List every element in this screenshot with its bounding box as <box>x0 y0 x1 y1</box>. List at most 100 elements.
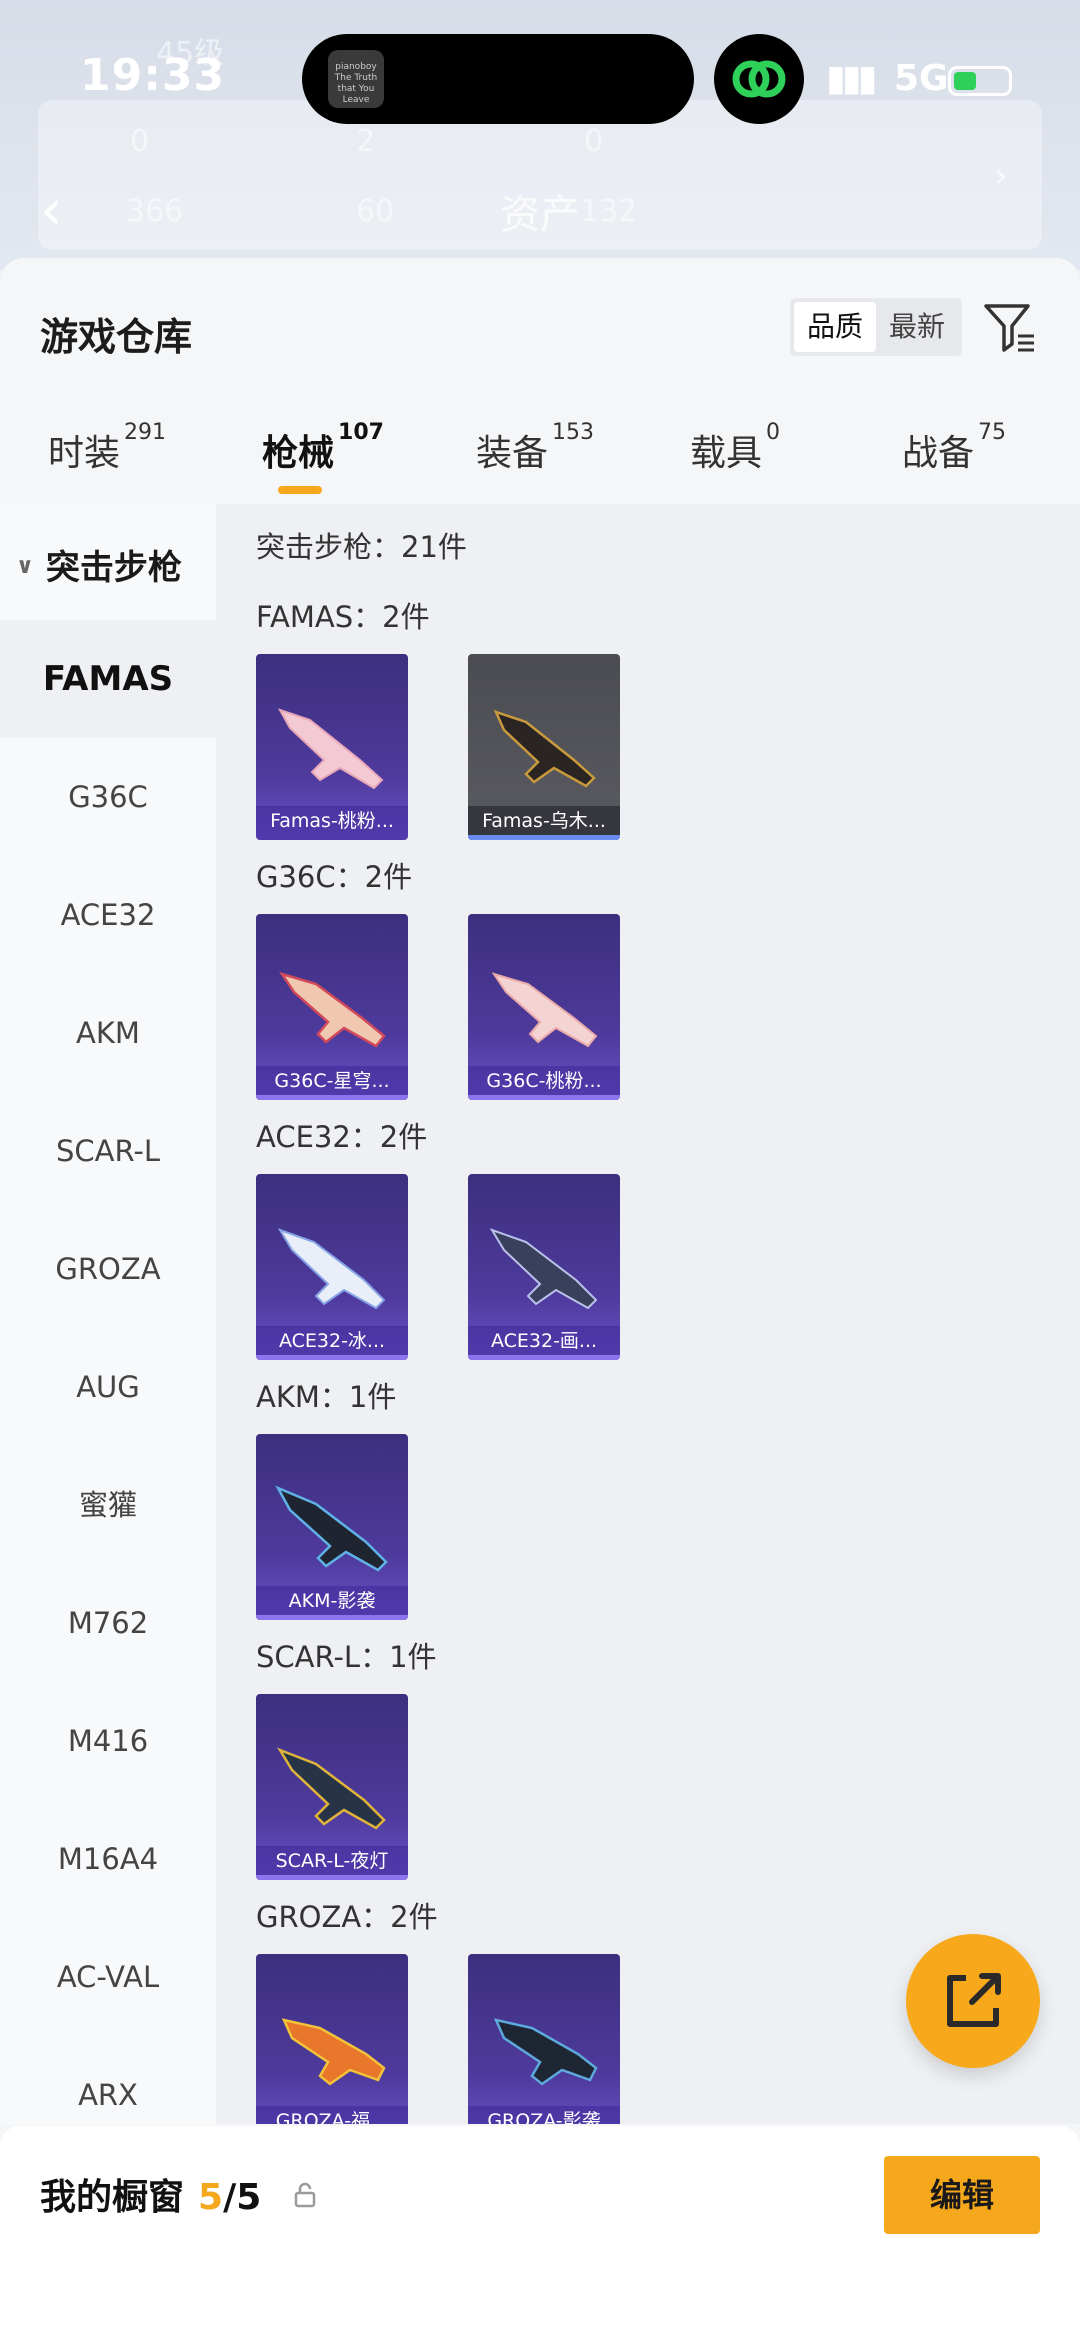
sidebar-item-m16a4[interactable]: M16A4 <box>0 1800 216 1918</box>
tab-count: 153 <box>552 420 595 445</box>
tab-count: 291 <box>124 420 167 445</box>
rifle-icon <box>277 708 384 790</box>
rifle-icon <box>277 1747 386 1830</box>
share-external-icon <box>947 1973 1001 2027</box>
tab-supplies[interactable]: 战备75 <box>902 420 1006 476</box>
lock-icon <box>294 2182 316 2208</box>
tab-label: 战备 <box>902 433 975 474</box>
weapon-name: Famas-乌木... <box>468 806 620 840</box>
sidebar-item-groza[interactable]: GROZA <box>0 1210 216 1328</box>
weapon-tile[interactable]: ACE32-冰... <box>256 1174 408 1360</box>
tab-fashion[interactable]: 时装291 <box>48 420 166 476</box>
stat-ghost-4: 366 <box>126 194 184 229</box>
showcase-title-row: 我的橱窗 5/5 <box>40 2168 261 2220</box>
stat-ghost-3: 0 <box>584 124 604 159</box>
stat-ghost-1: 0 <box>130 124 150 159</box>
assets-label: 资产 <box>500 192 580 238</box>
rifle-icon <box>489 1228 598 1310</box>
warehouse-sheet: 游戏仓库 品质 最新 时装291 枪械107 装备153 载具0 战备75 ∨ 突… <box>0 258 1080 2347</box>
tab-label: 时装 <box>48 433 121 474</box>
sidebar-item-akm[interactable]: AKM <box>0 974 216 1092</box>
category-label: 突击步枪 <box>45 548 182 588</box>
share-fab-button[interactable] <box>906 1934 1040 2068</box>
tab-count: 0 <box>766 420 781 445</box>
group-title-famas: FAMAS：2件 <box>256 600 430 634</box>
group-title-scar-l: SCAR-L：1件 <box>256 1640 437 1674</box>
group-title-akm: AKM：1件 <box>256 1380 397 1414</box>
tab-guns[interactable]: 枪械107 <box>262 420 384 476</box>
forward-chevron-icon: › <box>994 156 1008 196</box>
chevron-down-icon: ∨ <box>16 554 34 579</box>
sort-quality-option[interactable]: 品质 <box>794 302 876 352</box>
rarity-bar <box>256 1095 408 1100</box>
showcase-title: 我的橱窗 <box>40 2177 185 2218</box>
rifle-icon <box>493 709 596 788</box>
weapon-name: GROZA-福... <box>256 2106 408 2124</box>
tab-label: 装备 <box>476 433 549 474</box>
sidebar-item-ace32[interactable]: ACE32 <box>0 856 216 974</box>
rifle-icon <box>279 971 386 1048</box>
sort-segmented-control: 品质 最新 <box>790 298 962 356</box>
category-header[interactable]: ∨ 突击步枪 <box>16 540 182 589</box>
tab-count: 107 <box>338 420 384 445</box>
sidebar-item-aug[interactable]: AUG <box>0 1328 216 1446</box>
weapon-list: 突击步枪：21件 FAMAS：2件 Famas-桃粉... Famas-乌木..… <box>216 504 1080 2124</box>
group-title-ace32: ACE32：2件 <box>256 1120 428 1154</box>
sort-newest-option[interactable]: 最新 <box>876 302 958 352</box>
tab-label: 枪械 <box>262 433 335 474</box>
dynamic-island: pianoboy The Truth that You Leave <box>302 34 694 124</box>
weapon-tile[interactable]: ACE32-画... <box>468 1174 620 1360</box>
sidebar-item-m416[interactable]: M416 <box>0 1682 216 1800</box>
link-app-icon <box>732 60 786 98</box>
stat-ghost-6: 132 <box>580 194 638 229</box>
rifle-icon <box>493 2018 598 2086</box>
rarity-bar <box>256 1875 408 1880</box>
weapon-tile[interactable]: G36C-星穹... <box>256 914 408 1100</box>
sidebar-item-honey-badger[interactable]: 蜜獾 <box>0 1446 216 1564</box>
weapon-tile[interactable]: GROZA-影袭 <box>468 1954 620 2124</box>
rarity-bar <box>468 1355 620 1360</box>
sheet-title: 游戏仓库 <box>40 315 193 359</box>
group-title-groza: GROZA：2件 <box>256 1900 438 1934</box>
back-chevron-icon[interactable]: ‹ <box>40 178 62 243</box>
showcase-total: /5 <box>223 2177 262 2218</box>
filter-icon <box>984 304 1034 352</box>
filter-button[interactable] <box>982 300 1038 356</box>
tab-vehicles[interactable]: 载具0 <box>690 420 780 476</box>
now-playing-thumbnail: pianoboy The Truth that You Leave <box>328 50 384 108</box>
rifle-icon <box>491 972 598 1048</box>
tab-label: 载具 <box>690 433 763 474</box>
rifle-icon <box>277 1228 386 1310</box>
status-time: 19:33 <box>80 50 226 101</box>
category-tabs: 时装291 枪械107 装备153 载具0 战备75 <box>0 408 1080 504</box>
weapon-tile[interactable]: G36C-桃粉... <box>468 914 620 1100</box>
showcase-count: 5 <box>198 2177 224 2218</box>
weapon-name: Famas-桃粉... <box>256 806 408 840</box>
signal-network: ▮▮▮ 5G <box>826 58 949 99</box>
showcase-bar: 我的橱窗 5/5 编辑 <box>0 2126 1080 2347</box>
weapon-tile[interactable]: SCAR-L-夜灯 <box>256 1694 408 1880</box>
weapon-tile[interactable]: AKM-影袭 <box>256 1434 408 1620</box>
battery-icon <box>948 66 1012 96</box>
group-title-g36c: G36C：2件 <box>256 860 413 894</box>
rifle-icon <box>275 1485 388 1572</box>
sidebar-item-m762[interactable]: M762 <box>0 1564 216 1682</box>
category-summary: 突击步枪：21件 <box>256 530 467 564</box>
edit-button[interactable]: 编辑 <box>884 2156 1040 2234</box>
sidebar-item-scar-l[interactable]: SCAR-L <box>0 1092 216 1210</box>
island-app-badge <box>714 34 804 124</box>
sidebar-item-g36c[interactable]: G36C <box>0 738 216 856</box>
weapon-tile[interactable]: Famas-乌木... <box>468 654 620 840</box>
rifle-icon <box>281 2018 386 2086</box>
active-tab-indicator <box>278 486 322 494</box>
stat-ghost-5: 60 <box>356 194 395 229</box>
rarity-bar <box>468 1095 620 1100</box>
weapon-type-sidebar: ∨ 突击步枪 FAMAS G36C ACE32 AKM SCAR-L GROZA … <box>0 504 216 2124</box>
background-profile-area: 45级 0 2 0 366 60 132 ‹ 资产 › 19:33 pianob… <box>0 0 1080 270</box>
sidebar-item-famas[interactable]: FAMAS <box>0 620 216 738</box>
sidebar-item-ac-val[interactable]: AC-VAL <box>0 1918 216 2036</box>
stat-ghost-2: 2 <box>356 124 376 159</box>
weapon-tile[interactable]: Famas-桃粉... <box>256 654 408 840</box>
tab-equipment[interactable]: 装备153 <box>476 420 594 476</box>
weapon-tile[interactable]: GROZA-福... <box>256 1954 408 2124</box>
